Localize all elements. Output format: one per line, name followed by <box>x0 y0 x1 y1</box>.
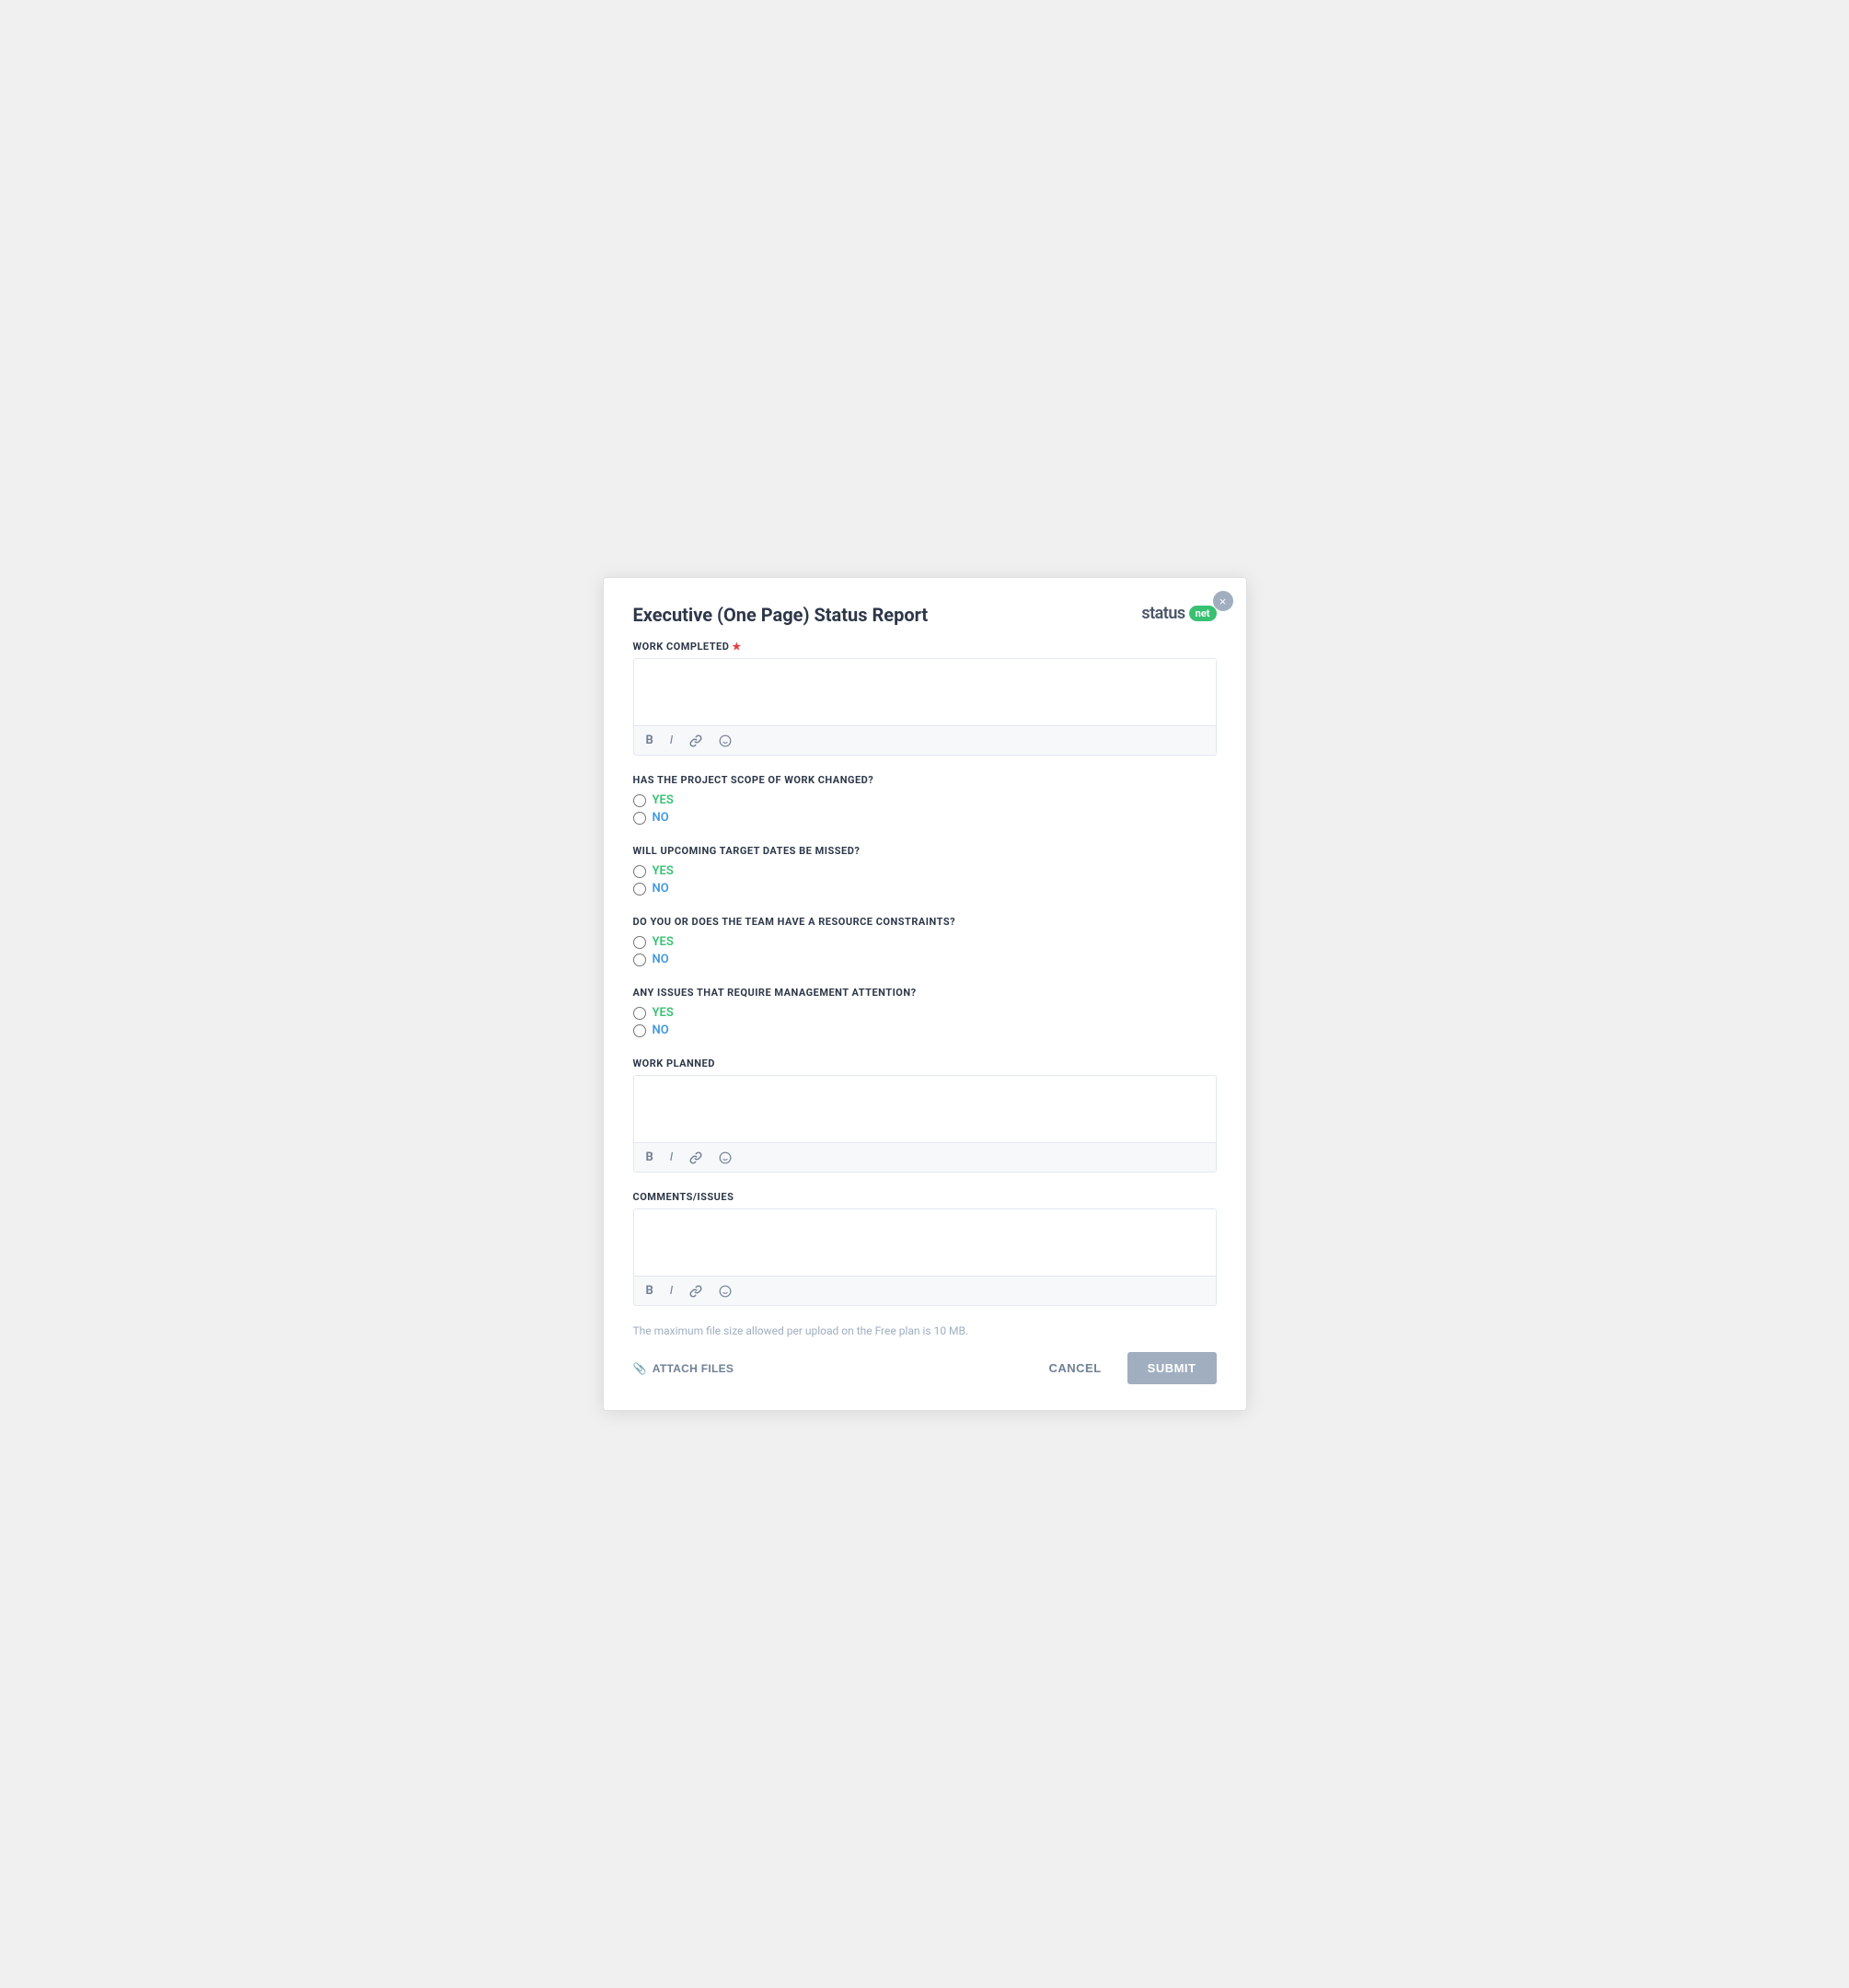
management-yes-radio[interactable] <box>633 1007 646 1020</box>
work-completed-emoji-btn[interactable] <box>716 733 734 749</box>
management-radio-group: YES NO <box>633 1006 1217 1037</box>
scope-changed-radio-group: YES NO <box>633 793 1217 825</box>
management-yes-option[interactable]: YES <box>633 1006 1217 1020</box>
question-management-attention: ANY ISSUES THAT REQUIRE MANAGEMENT ATTEN… <box>633 987 1217 1037</box>
work-completed-label: WORK COMPLETED★ <box>633 641 1217 653</box>
resource-yes-radio[interactable] <box>633 936 646 949</box>
dates-missed-radio-group: YES NO <box>633 864 1217 896</box>
brand-badge: net <box>1189 606 1217 621</box>
scope-no-radio[interactable] <box>633 812 646 825</box>
form-actions: 📎 ATTACH FILES CANCEL SUBMIT <box>633 1352 1217 1384</box>
comments-bold-btn[interactable]: B <box>643 1282 656 1300</box>
brand-logo: status net <box>1141 604 1216 623</box>
modal-title: Executive (One Page) Status Report <box>633 604 929 626</box>
scope-yes-radio[interactable] <box>633 794 646 807</box>
comments-input[interactable] <box>634 1209 1216 1272</box>
work-planned-emoji-btn[interactable] <box>716 1150 734 1166</box>
scope-no-option[interactable]: NO <box>633 811 1217 825</box>
form-footer: The maximum file size allowed per upload… <box>633 1324 1217 1384</box>
required-star: ★ <box>732 641 741 653</box>
work-planned-label: WORK PLANNED <box>633 1058 1217 1069</box>
management-no-option[interactable]: NO <box>633 1023 1217 1037</box>
management-no-label: NO <box>653 1023 669 1037</box>
attach-files-button[interactable]: 📎 ATTACH FILES <box>633 1362 734 1375</box>
dates-yes-option[interactable]: YES <box>633 864 1217 878</box>
work-completed-italic-btn[interactable]: I <box>667 732 676 749</box>
modal-container: Executive (One Page) Status Report statu… <box>603 577 1247 1411</box>
management-no-radio[interactable] <box>633 1024 646 1037</box>
work-planned-bold-btn[interactable]: B <box>643 1149 656 1166</box>
resource-yes-option[interactable]: YES <box>633 935 1217 949</box>
comments-toolbar: B I <box>634 1276 1216 1305</box>
dates-no-label: NO <box>653 882 669 896</box>
resource-yes-label: YES <box>653 935 674 949</box>
work-completed-editor: B I <box>633 658 1217 756</box>
comments-emoji-btn[interactable] <box>716 1283 734 1300</box>
work-planned-italic-btn[interactable]: I <box>667 1149 676 1166</box>
scope-no-label: NO <box>653 811 669 825</box>
question-resource-label: DO YOU OR DOES THE TEAM HAVE A RESOURCE … <box>633 916 1217 928</box>
dates-no-radio[interactable] <box>633 883 646 896</box>
question-scope-changed: HAS THE PROJECT SCOPE OF WORK CHANGED? Y… <box>633 774 1217 825</box>
resource-no-option[interactable]: NO <box>633 953 1217 966</box>
modal-header: Executive (One Page) Status Report statu… <box>633 604 1217 626</box>
resource-radio-group: YES NO <box>633 935 1217 966</box>
work-planned-link-btn[interactable] <box>687 1150 705 1166</box>
action-buttons-group: CANCEL SUBMIT <box>1037 1352 1216 1384</box>
question-dates-missed: WILL UPCOMING TARGET DATES BE MISSED? YE… <box>633 845 1217 896</box>
close-button[interactable]: × <box>1213 591 1233 611</box>
resource-no-label: NO <box>653 953 669 966</box>
question-management-label: ANY ISSUES THAT REQUIRE MANAGEMENT ATTEN… <box>633 987 1217 999</box>
work-completed-bold-btn[interactable]: B <box>643 732 656 749</box>
question-dates-label: WILL UPCOMING TARGET DATES BE MISSED? <box>633 845 1217 857</box>
work-planned-toolbar: B I <box>634 1142 1216 1172</box>
modal-title-block: Executive (One Page) Status Report <box>633 604 929 626</box>
dates-no-option[interactable]: NO <box>633 882 1217 896</box>
dates-yes-label: YES <box>653 864 674 878</box>
resource-no-radio[interactable] <box>633 954 646 966</box>
submit-button[interactable]: SUBMIT <box>1127 1352 1217 1384</box>
work-completed-link-btn[interactable] <box>687 733 705 749</box>
work-completed-input[interactable] <box>634 659 1216 722</box>
comments-italic-btn[interactable]: I <box>667 1282 676 1300</box>
brand-text: status <box>1141 604 1185 623</box>
cancel-button[interactable]: CANCEL <box>1037 1354 1112 1382</box>
attach-label: ATTACH FILES <box>653 1362 734 1375</box>
dates-yes-radio[interactable] <box>633 865 646 878</box>
paperclip-icon: 📎 <box>633 1362 647 1375</box>
comments-label: COMMENTS/ISSUES <box>633 1191 1217 1203</box>
comments-link-btn[interactable] <box>687 1283 705 1300</box>
file-size-note: The maximum file size allowed per upload… <box>633 1324 1217 1337</box>
work-completed-toolbar: B I <box>634 725 1216 755</box>
scope-yes-option[interactable]: YES <box>633 793 1217 807</box>
comments-editor: B I <box>633 1208 1217 1306</box>
management-yes-label: YES <box>653 1006 674 1020</box>
work-planned-editor: B I <box>633 1075 1217 1173</box>
work-planned-input[interactable] <box>634 1076 1216 1138</box>
question-resource-constraints: DO YOU OR DOES THE TEAM HAVE A RESOURCE … <box>633 916 1217 966</box>
question-scope-label: HAS THE PROJECT SCOPE OF WORK CHANGED? <box>633 774 1217 786</box>
scope-yes-label: YES <box>653 793 674 807</box>
